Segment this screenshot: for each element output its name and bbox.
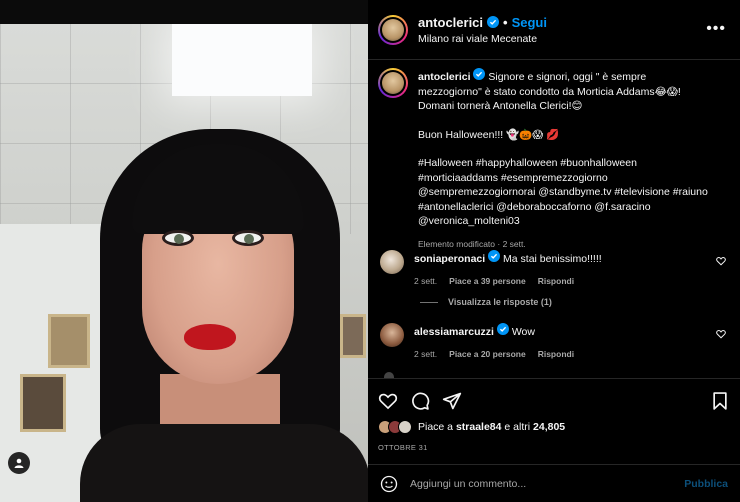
- emoji-icon[interactable]: [380, 475, 398, 493]
- lips: [184, 324, 236, 350]
- commenter-username[interactable]: soniaperonaci: [414, 253, 485, 265]
- commenter-username[interactable]: alessiamarcuzzi: [414, 326, 494, 338]
- comments-list[interactable]: antoclerici Signore e signori, oggi " è …: [368, 60, 740, 378]
- caption-hashtags[interactable]: #morticiaaddams #esempremezzogiorno: [418, 171, 728, 186]
- comment-age[interactable]: 2 sett.: [414, 347, 437, 361]
- caption-hashtags[interactable]: #antonellaclerici @deboraboccaforno @f.s…: [418, 200, 728, 215]
- caption-line: Signore e signori, oggi " è sempre: [488, 71, 647, 83]
- comment-text: Wow: [511, 326, 535, 338]
- post-header: antoclerici • Segui Milano rai viale Mec…: [368, 0, 740, 60]
- right-eye: [232, 230, 264, 246]
- comment-icon[interactable]: [410, 391, 430, 411]
- comment-input[interactable]: [410, 477, 660, 490]
- verified-icon: [496, 323, 509, 335]
- comment-item: alessiamarcuzzi Wow 2 sett. Piace a 20 p…: [378, 323, 730, 361]
- caption-meta: Elemento modificato · 2 sett.: [418, 238, 526, 249]
- bookmark-icon[interactable]: [710, 391, 730, 411]
- comment-likes[interactable]: Piace a 20 persone: [449, 347, 526, 361]
- commenter-avatar[interactable]: [380, 250, 404, 274]
- separator-dot: •: [503, 14, 508, 30]
- photo-image: [0, 24, 368, 502]
- view-replies-label: Visualizza le risposte (1): [448, 297, 552, 307]
- post-actions: Piace a straale84 e altri 24,805 OTTOBRE…: [368, 378, 740, 464]
- comment-text: Ma stai benissimo!!!!!: [503, 253, 602, 265]
- ceiling-light: [172, 24, 312, 96]
- heart-icon[interactable]: [378, 391, 398, 411]
- reply-button[interactable]: Rispondi: [538, 347, 574, 361]
- follow-button[interactable]: Segui: [512, 15, 547, 30]
- clothing: [80, 424, 368, 502]
- reply-button[interactable]: Rispondi: [538, 274, 574, 288]
- comment-like-icon[interactable]: [716, 329, 726, 339]
- verified-icon: [487, 16, 500, 28]
- wall-picture: [48, 314, 90, 368]
- wall-picture: [20, 374, 66, 432]
- author-username[interactable]: antoclerici: [418, 15, 483, 30]
- caption-line: Buon Halloween!!! 👻🎃😱 💋: [418, 128, 560, 141]
- user-tag-icon[interactable]: [8, 452, 30, 474]
- post-photo[interactable]: [0, 0, 368, 502]
- caption-avatar[interactable]: [378, 68, 408, 98]
- comment-age[interactable]: 2 sett.: [414, 274, 437, 288]
- caption-line: mezzogiorno" è stato condotto da Mortici…: [418, 85, 681, 98]
- likes-count[interactable]: 24,805: [533, 421, 565, 433]
- likes-summary[interactable]: Piace a straale84 e altri 24,805: [378, 420, 565, 434]
- left-eye: [162, 230, 194, 246]
- comment-item: soniaperonaci Ma stai benissimo!!!!! 2 s…: [378, 250, 730, 288]
- post-date[interactable]: OTTOBRE 31: [378, 443, 428, 452]
- verified-icon: [473, 68, 486, 80]
- caption-line: Domani tornerà Antonella Clerici!😊: [418, 100, 583, 112]
- likes-middle: e altri: [501, 421, 534, 433]
- commenter-avatar[interactable]: [380, 323, 404, 347]
- share-icon[interactable]: [442, 391, 462, 411]
- comment-composer: Pubblica: [368, 464, 740, 502]
- wall-picture: [340, 314, 366, 358]
- caption-hashtags[interactable]: @sempremezzogiornorai @standbyme.tv #tel…: [418, 185, 728, 200]
- likers-avatars: [378, 420, 412, 434]
- caption-hashtags[interactable]: #Halloween #happyhalloween #buonhallowee…: [418, 156, 728, 171]
- caption-hashtags[interactable]: @veronica_molteni03: [418, 214, 728, 229]
- location-link[interactable]: Milano rai viale Mecenate: [418, 33, 547, 45]
- likes-prefix: Piace a: [418, 421, 456, 433]
- caption-username[interactable]: antoclerici: [418, 71, 471, 83]
- liker-username[interactable]: straale84: [456, 421, 502, 433]
- more-options-icon[interactable]: •••: [706, 20, 726, 38]
- comment-like-icon[interactable]: [716, 256, 726, 266]
- view-replies-button[interactable]: Visualizza le risposte (1): [420, 297, 552, 307]
- verified-icon: [488, 250, 501, 262]
- post-side-panel: antoclerici • Segui Milano rai viale Mec…: [368, 0, 740, 502]
- publish-button[interactable]: Pubblica: [684, 478, 728, 490]
- author-avatar[interactable]: [378, 14, 408, 45]
- comment-likes[interactable]: Piace a 39 persone: [449, 274, 526, 288]
- post-caption: antoclerici Signore e signori, oggi " è …: [378, 68, 730, 251]
